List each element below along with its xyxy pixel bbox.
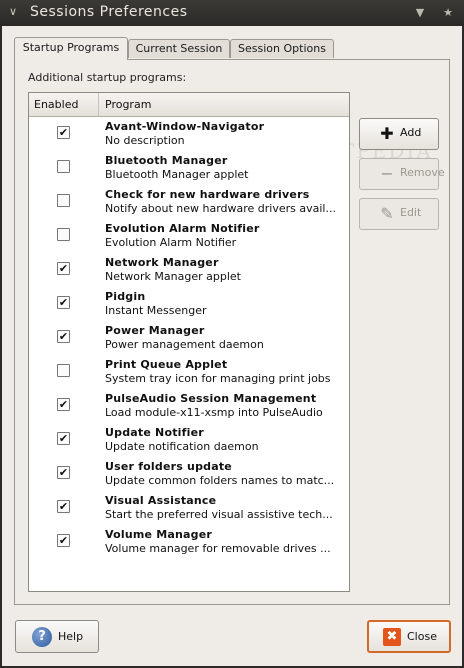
enabled-checkbox[interactable]: ✔ [57,432,70,445]
close-button-label: Close [407,630,437,643]
tab-label: Current Session [135,42,223,55]
tab-session-options[interactable]: Session Options [230,39,334,58]
program-name: Pidgin [105,290,146,303]
program-name: User folders update [105,460,232,473]
window-title: Sessions Preferences [30,4,188,20]
help-button[interactable]: ? Help [15,620,99,653]
enabled-checkbox[interactable]: ✔ [57,126,70,139]
edit-icon: ✎ [380,204,394,223]
program-description: Update common folders names to matc... [105,474,335,487]
startup-programs-list[interactable]: Enabled Program ✔ Avant-Window-Navigator N… [28,92,350,592]
program-description: Evolution Alarm Notifier [105,236,237,249]
program-name: Volume Manager [105,528,213,541]
program-rows: ✔ Avant-Window-Navigator No description Blu… [29,117,349,559]
edit-button-label: Edit [400,206,422,219]
program-name: Print Queue Applet [105,358,228,371]
enabled-checkbox[interactable] [57,228,70,241]
table-row[interactable]: ✔ Update Notifier Update notification daem… [29,423,349,457]
program-description: Start the preferred visual assistive tec… [105,508,333,521]
program-description: Power management daemon [105,338,264,351]
table-row[interactable]: ✔ Volume Manager Volume manager for remova… [29,525,349,559]
edit-button[interactable]: ✎ Edit [359,198,439,230]
table-row[interactable]: Evolution Alarm Notifier Evolution Alarm … [29,219,349,253]
minus-icon: − [380,164,394,183]
enabled-checkbox[interactable] [57,364,70,377]
table-row[interactable]: ✔ Pidgin Instant Messenger [29,287,349,321]
table-row[interactable]: Bluetooth Manager Bluetooth Manager apple… [29,151,349,185]
enabled-checkbox[interactable]: ✔ [57,500,70,513]
program-name: Evolution Alarm Notifier [105,222,260,235]
remove-button-label: Remove [400,166,445,179]
minimize-icon[interactable]: ▼ [412,5,428,21]
title-bar: ∨ Sessions Preferences ▼ ★ [0,0,464,26]
program-description: Bluetooth Manager applet [105,168,249,181]
list-header: Enabled Program [29,93,349,117]
program-name: Check for new hardware drivers [105,188,310,201]
program-description: No description [105,134,185,147]
table-row[interactable]: Check for new hardware drivers Notify abo… [29,185,349,219]
tab-label: Session Options [238,42,326,55]
column-header-enabled[interactable]: Enabled [29,93,99,116]
program-name: PulseAudio Session Management [105,392,317,405]
table-row[interactable]: ✔ Avant-Window-Navigator No description [29,117,349,151]
program-description: System tray icon for managing print jobs [105,372,331,385]
table-row[interactable]: ✔ PulseAudio Session Management Load modul… [29,389,349,423]
program-description: Volume manager for removable drives ... [105,542,331,555]
program-description: Network Manager applet [105,270,241,283]
startup-programs-panel: Additional startup programs: SOFTPEDIA E… [14,59,450,605]
enabled-checkbox[interactable] [57,160,70,173]
table-row[interactable]: ✔ Power Manager Power management daemon [29,321,349,355]
window-menu-chevron-icon[interactable]: ∨ [6,5,20,19]
program-description: Notify about new hardware drivers avail.… [105,202,336,215]
program-description: Update notification daemon [105,440,259,453]
add-button[interactable]: ✚ Add [359,118,439,150]
enabled-checkbox[interactable]: ✔ [57,330,70,343]
enabled-checkbox[interactable]: ✔ [57,262,70,275]
program-name: Update Notifier [105,426,204,439]
enabled-checkbox[interactable]: ✔ [57,534,70,547]
table-row[interactable]: Print Queue Applet System tray icon for m… [29,355,349,389]
close-button[interactable]: ✖ Close [367,620,451,653]
enabled-checkbox[interactable]: ✔ [57,296,70,309]
enabled-checkbox[interactable]: ✔ [57,398,70,411]
enabled-checkbox[interactable] [57,194,70,207]
table-row[interactable]: ✔ User folders update Update common folder… [29,457,349,491]
window-close-icon[interactable]: ★ [440,5,456,21]
program-name: Visual Assistance [105,494,217,507]
table-row[interactable]: ✔ Network Manager Network Manager applet [29,253,349,287]
program-name: Avant-Window-Navigator [105,120,265,133]
tab-label: Startup Programs [22,41,120,54]
column-header-program[interactable]: Program [100,93,151,116]
program-name: Network Manager [105,256,219,269]
tab-startup-programs[interactable]: Startup Programs [14,37,128,60]
program-description: Load module-x11-xsmp into PulseAudio [105,406,323,419]
remove-button[interactable]: − Remove [359,158,445,190]
program-name: Bluetooth Manager [105,154,228,167]
help-icon: ? [32,627,52,647]
add-button-label: Add [400,126,422,139]
enabled-checkbox[interactable]: ✔ [57,466,70,479]
close-x-icon: ✖ [383,628,401,646]
section-label: Additional startup programs: [28,71,187,84]
tab-current-session[interactable]: Current Session [128,39,230,58]
dialog-body: Startup Programs Current Session Session… [2,26,462,666]
table-row[interactable]: ✔ Visual Assistance Start the preferred vi… [29,491,349,525]
plus-icon: ✚ [380,124,394,143]
program-description: Instant Messenger [105,304,207,317]
help-button-label: Help [58,630,84,643]
program-name: Power Manager [105,324,205,337]
